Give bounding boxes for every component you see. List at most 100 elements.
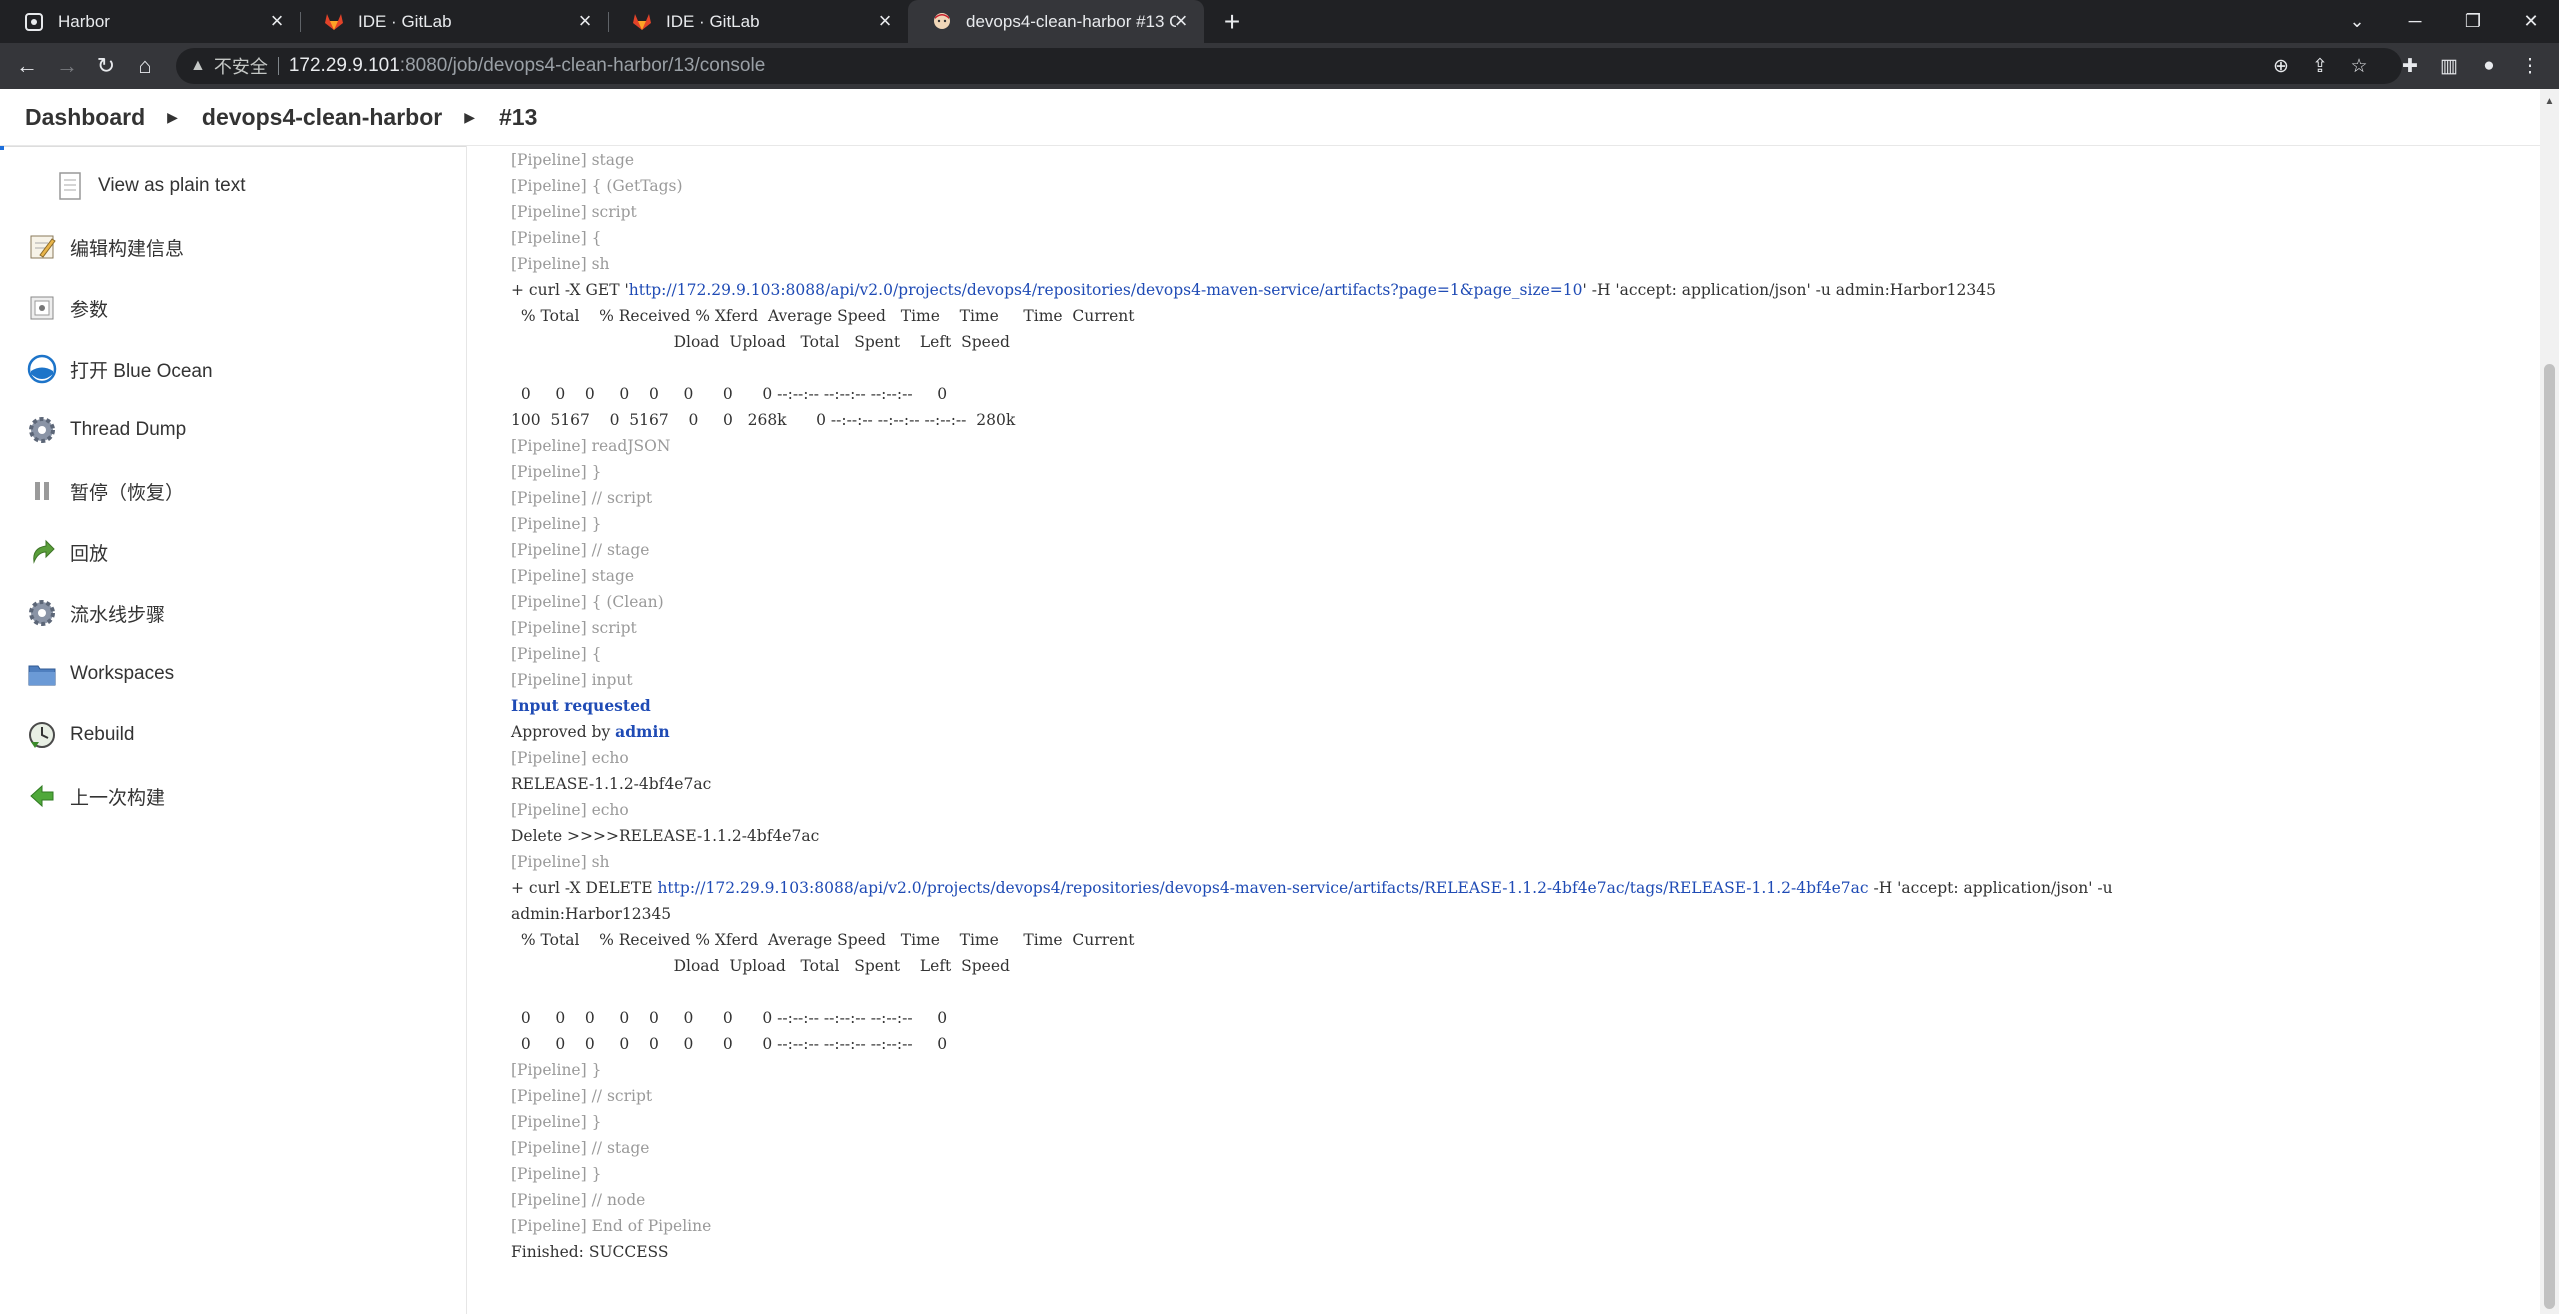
console-line: [Pipeline] // script: [511, 1087, 653, 1105]
console-line: % Total % Received % Xferd Average Speed…: [511, 307, 1135, 325]
console-line: [Pipeline] stage: [511, 567, 635, 585]
reload-button[interactable]: ↻: [91, 51, 121, 81]
close-icon[interactable]: ×: [1168, 8, 1194, 34]
restore-button[interactable]: ❐: [2444, 0, 2502, 43]
gear-icon: [26, 597, 58, 629]
breadcrumb-dashboard[interactable]: Dashboard: [25, 104, 145, 131]
chevron-right-icon[interactable]: ▶: [464, 109, 475, 126]
share-icon[interactable]: ⇪: [2307, 53, 2333, 79]
console-line-curl-get: + curl -X GET 'http://172.29.9.103:8088/…: [511, 277, 2531, 303]
sidebar-item-label: Rebuild: [70, 724, 135, 745]
bookmark-star-icon[interactable]: ☆: [2346, 53, 2372, 79]
console-line: Dload Upload Total Spent Left Speed: [511, 333, 1010, 351]
new-tab-button[interactable]: +: [1216, 6, 1248, 38]
console-line: [Pipeline] readJSON: [511, 437, 671, 455]
tab-gitlab-2[interactable]: IDE · GitLab ×: [608, 0, 908, 43]
console-line: [Pipeline] // node: [511, 1191, 646, 1209]
console-line: % Total % Received % Xferd Average Speed…: [511, 931, 1135, 949]
console-line: 100 5167 0 5167 0 0 268k 0 --:--:-- --:-…: [511, 411, 1016, 429]
sidebar-item-blue-ocean[interactable]: 打开 Blue Ocean: [0, 343, 466, 395]
breadcrumb-job[interactable]: devops4-clean-harbor: [202, 104, 442, 131]
console-url-link[interactable]: http://172.29.9.103:8088/api/v2.0/projec…: [657, 879, 1868, 897]
sidebar-item-label: View as plain text: [98, 175, 246, 196]
insecure-label[interactable]: 不安全: [214, 53, 268, 79]
warning-icon[interactable]: ▲: [190, 57, 206, 75]
url-path[interactable]: :8080/job/devops4-clean-harbor/13/consol…: [400, 55, 765, 77]
console-line: [Pipeline] }: [511, 1165, 602, 1183]
console-line: [Pipeline] input: [511, 671, 633, 689]
chevron-right-icon[interactable]: ▶: [167, 109, 178, 126]
home-button[interactable]: ⌂: [130, 51, 160, 81]
sidebar-item-label: 流水线步骤: [70, 604, 166, 626]
url-bar[interactable]: ▲ 不安全 172.29.9.101:8080/job/devops4-clea…: [176, 48, 2402, 84]
sidebar-item-replay[interactable]: 回放: [0, 526, 466, 578]
console-line: [Pipeline] }: [511, 463, 602, 481]
console-url-link[interactable]: http://172.29.9.103:8088/api/v2.0/projec…: [629, 281, 1583, 299]
previous-arrow-icon: [26, 780, 58, 812]
user-admin-link[interactable]: admin: [615, 722, 669, 741]
notepad-icon: [26, 231, 58, 263]
pause-icon: [26, 475, 58, 507]
harbor-icon: [24, 12, 44, 32]
close-window-button[interactable]: ✕: [2502, 0, 2559, 43]
parameters-icon: [26, 292, 58, 324]
sidebar-item-previous-build[interactable]: 上一次构建: [0, 770, 466, 822]
console-text: -H 'accept: application/json' -u: [1868, 879, 2113, 897]
forward-button[interactable]: →: [52, 51, 82, 81]
minimize-button[interactable]: ─: [2386, 0, 2444, 43]
sidebar-item-label: Workspaces: [70, 663, 175, 684]
console-line: [Pipeline] End of Pipeline: [511, 1217, 712, 1235]
tab-gitlab-1[interactable]: IDE · GitLab ×: [300, 0, 609, 43]
url-host[interactable]: 172.29.9.101: [289, 55, 400, 77]
jenkins-icon: [932, 12, 952, 32]
sidebar-item-parameters[interactable]: 参数: [0, 282, 466, 334]
sidebar-item-label: 参数: [70, 299, 109, 321]
breadcrumb: Dashboard ▶ devops4-clean-harbor ▶ #13: [0, 89, 2540, 146]
gitlab-icon: [324, 12, 344, 32]
sidebar-item-edit-build-info[interactable]: 编辑构建信息: [0, 221, 466, 273]
scrollbar-thumb[interactable]: [2544, 364, 2555, 1309]
close-icon[interactable]: ×: [572, 8, 598, 34]
zoom-icon[interactable]: ⊕: [2268, 53, 2294, 79]
blue-ocean-icon: [26, 353, 58, 385]
side-panel-icon[interactable]: ▥: [2436, 53, 2462, 79]
console-line: RELEASE-1.1.2-4bf4e7ac: [511, 775, 712, 793]
console-line: [Pipeline] { (GetTags): [511, 177, 683, 195]
tab-harbor[interactable]: Harbor ×: [0, 0, 301, 43]
folder-icon: [26, 658, 58, 690]
console-line: admin:Harbor12345: [511, 905, 672, 923]
close-icon[interactable]: ×: [264, 8, 290, 34]
console-line: [Pipeline] script: [511, 619, 637, 637]
sidebar-item-pause[interactable]: 暂停（恢复）: [0, 465, 466, 517]
console-line: [Pipeline] echo: [511, 801, 629, 819]
console-line-input-requested[interactable]: Input requested: [511, 693, 2531, 719]
gitlab-icon: [632, 12, 652, 32]
console-line: [Pipeline] stage: [511, 151, 635, 169]
extensions-icon[interactable]: ✚: [2397, 53, 2423, 79]
console-line-finished: Finished: SUCCESS: [511, 1243, 669, 1261]
console-line: [Pipeline] {: [511, 645, 602, 663]
console-line: [Pipeline] }: [511, 1113, 602, 1131]
close-icon[interactable]: ×: [872, 8, 898, 34]
input-requested-link[interactable]: Input requested: [511, 696, 651, 715]
sidebar-item-rebuild[interactable]: Rebuild: [0, 709, 466, 761]
console-line: Dload Upload Total Spent Left Speed: [511, 957, 1010, 975]
profile-icon[interactable]: ●: [2476, 53, 2502, 79]
scroll-up-arrow-icon[interactable]: ▲: [2540, 92, 2559, 110]
sidebar-item-plain-text[interactable]: View as plain text: [0, 160, 466, 212]
sidebar-item-label: 打开 Blue Ocean: [70, 360, 213, 382]
sidebar-item-workspaces[interactable]: Workspaces: [0, 648, 466, 700]
tab-search-button[interactable]: ⌄: [2328, 0, 2386, 43]
sidebar-item-label: 上一次构建: [70, 787, 166, 809]
tab-jenkins-console[interactable]: devops4-clean-harbor #13 Co ×: [908, 0, 1204, 43]
back-button[interactable]: ←: [12, 51, 42, 81]
sidebar-item-thread-dump[interactable]: Thread Dump: [0, 404, 466, 456]
breadcrumb-build[interactable]: #13: [499, 104, 537, 131]
console-text: + curl -X DELETE: [511, 879, 658, 897]
sidebar-item-pipeline-steps[interactable]: 流水线步骤: [0, 587, 466, 639]
menu-icon[interactable]: ⋮: [2517, 53, 2543, 79]
console-output: [Pipeline] stage [Pipeline] { (GetTags) …: [511, 147, 2531, 1265]
replay-icon: [26, 536, 58, 568]
tab-title: devops4-clean-harbor #13 Co: [966, 11, 1176, 31]
sidebar-item-label: 编辑构建信息: [70, 238, 185, 260]
